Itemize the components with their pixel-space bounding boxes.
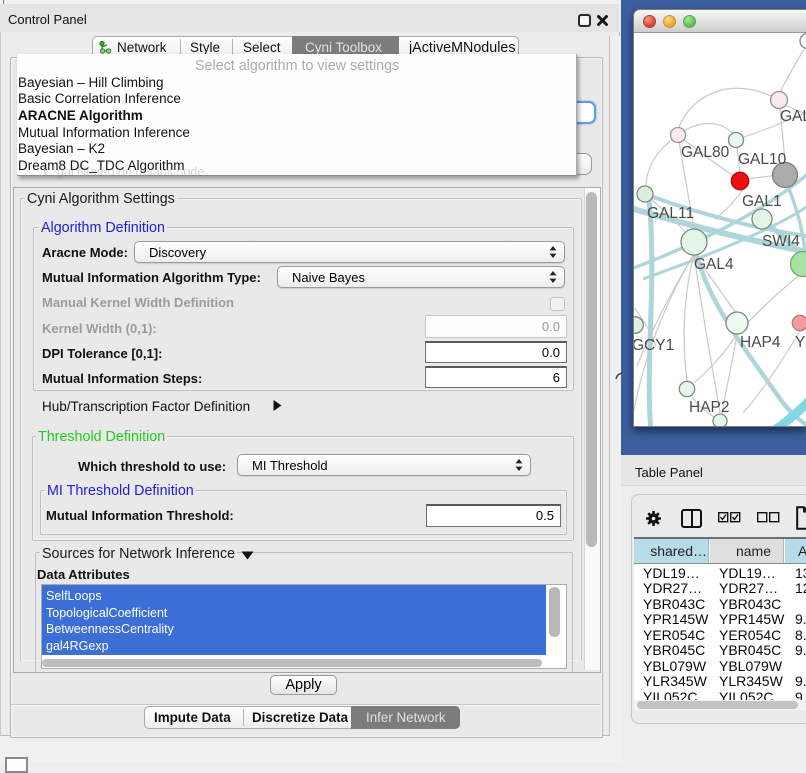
svg-text:GAL11: GAL11 <box>647 205 694 222</box>
svg-text:GAL: GAL <box>780 108 806 125</box>
svg-text:GAL80: GAL80 <box>681 144 730 161</box>
svg-text:GAL4: GAL4 <box>694 256 734 273</box>
svg-text:Y: Y <box>795 334 805 351</box>
svg-text:GAL10: GAL10 <box>738 151 787 168</box>
svg-text:HAP2: HAP2 <box>689 399 730 416</box>
svg-text:GAL1: GAL1 <box>742 193 782 210</box>
svg-text:HAP4: HAP4 <box>740 334 781 351</box>
svg-text:GCY1: GCY1 <box>634 337 674 354</box>
svg-text:SWI4: SWI4 <box>762 233 800 250</box>
